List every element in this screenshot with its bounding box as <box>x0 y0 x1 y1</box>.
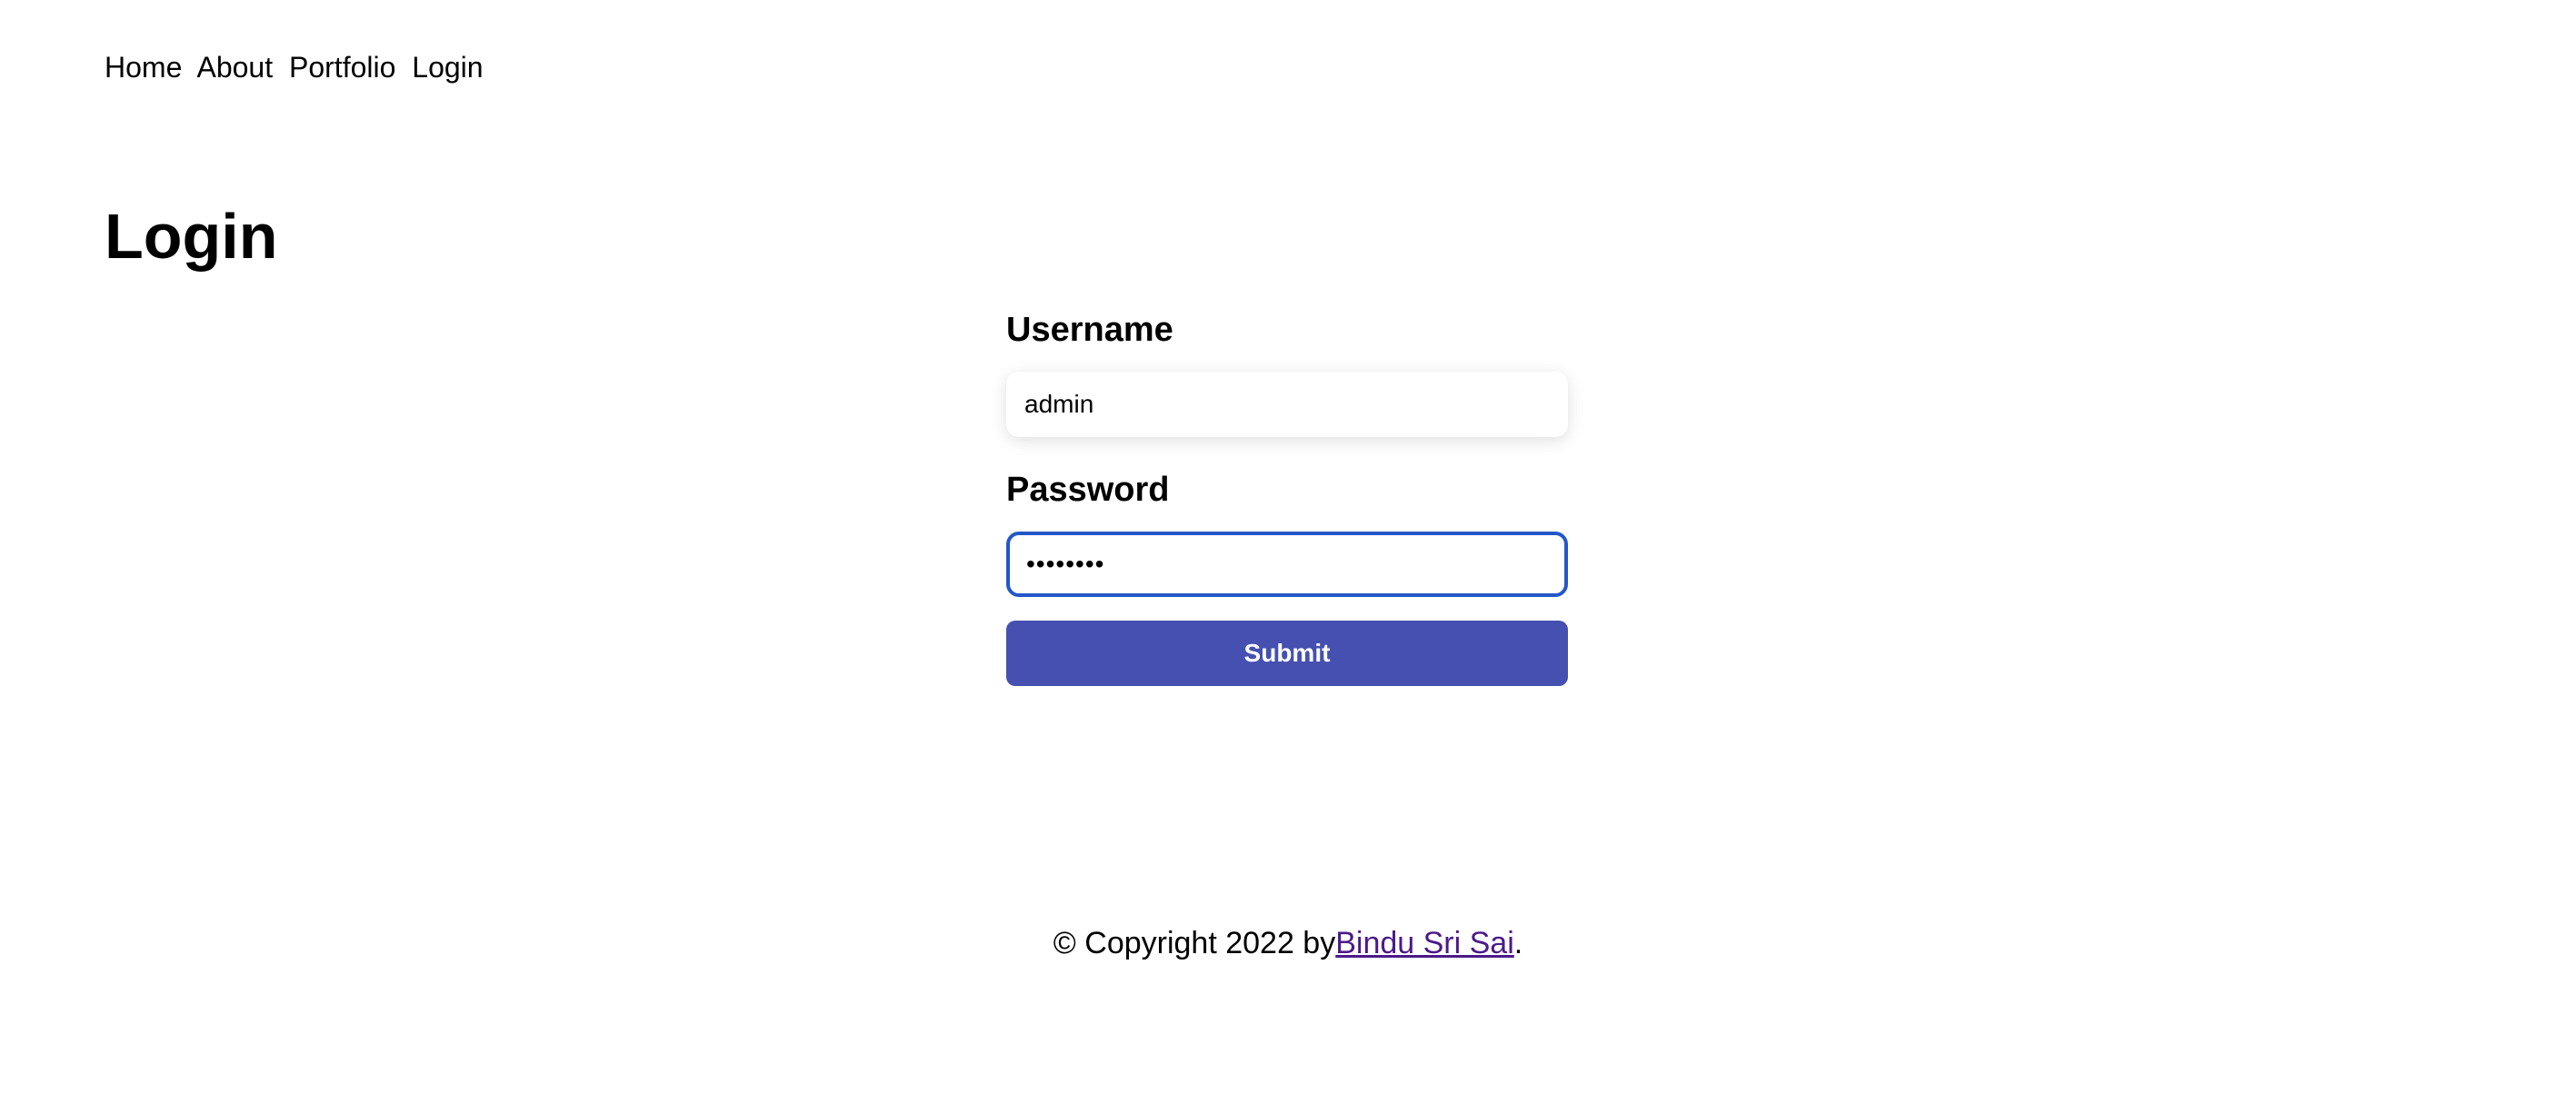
nav-link-login[interactable]: Login <box>412 51 483 84</box>
login-form: Username Password Submit <box>1006 304 1568 686</box>
copyright-suffix: . <box>1513 926 1523 960</box>
nav-link-home[interactable]: Home <box>105 51 182 84</box>
page-title: Login <box>105 201 278 272</box>
username-label: Username <box>1006 311 1173 349</box>
username-input[interactable] <box>1006 372 1568 437</box>
password-input[interactable] <box>1006 532 1568 597</box>
nav-link-about[interactable]: About <box>196 51 273 84</box>
submit-button[interactable]: Submit <box>1006 621 1568 686</box>
top-nav: Home About Portfolio Login <box>105 47 484 87</box>
password-label: Password <box>1006 471 1170 509</box>
footer: © Copyright 2022 byBindu Sri Sai. <box>0 921 2576 965</box>
copyright-text: © Copyright 2022 by <box>1053 926 1336 960</box>
author-link[interactable]: Bindu Sri Sai <box>1335 926 1514 960</box>
nav-link-portfolio[interactable]: Portfolio <box>289 51 395 84</box>
